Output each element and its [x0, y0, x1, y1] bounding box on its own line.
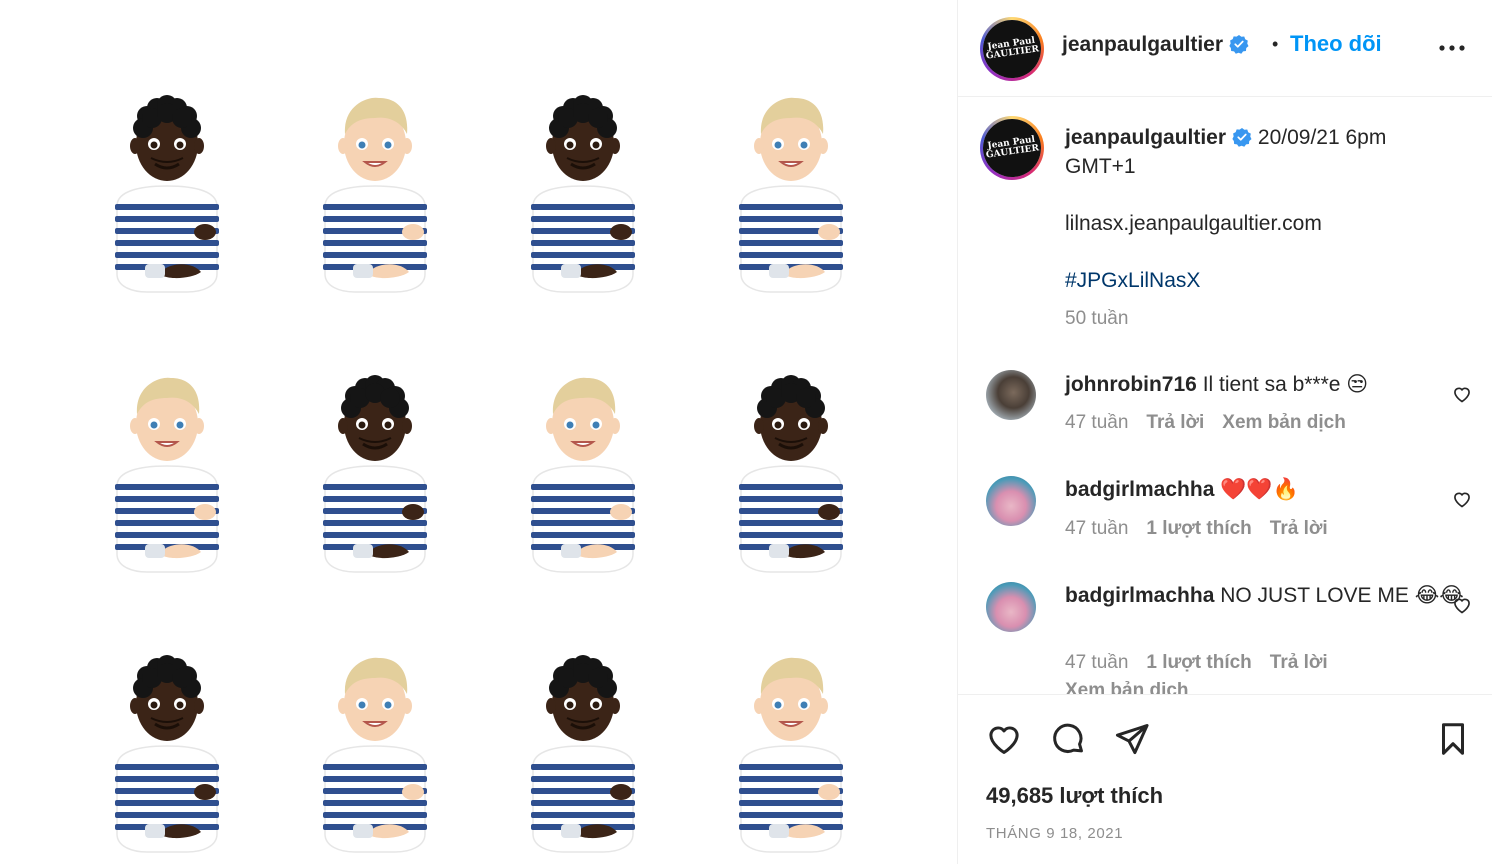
comment-likes[interactable]: 1 lượt thích — [1146, 518, 1251, 539]
striped-shirt-person-emoji-light — [315, 88, 435, 298]
comment-text: NO JUST LOVE ME 😂😂 — [1220, 584, 1464, 607]
striped-shirt-person-emoji-light — [315, 648, 435, 858]
comment-meta-overflow: Xem bản dịch — [1065, 680, 1207, 694]
commenter-avatar[interactable] — [986, 476, 1036, 526]
comment-username[interactable]: badgirlmachha — [1065, 584, 1214, 607]
striped-shirt-person-emoji-dark — [523, 648, 643, 858]
post-date: THÁNG 9 18, 2021 — [986, 825, 1124, 842]
follow-button[interactable]: Theo dõi — [1290, 31, 1382, 57]
commenter-avatar[interactable] — [986, 370, 1036, 420]
author-avatar[interactable]: Jean Paul GAULTIER — [979, 16, 1045, 82]
striped-shirt-person-emoji-dark — [107, 88, 227, 298]
post-actions: 49,685 lượt thích THÁNG 9 18, 2021 — [958, 694, 1492, 864]
brand-logo: Jean Paul GAULTIER — [979, 115, 1045, 181]
comment-meta: 47 tuần Trả lời Xem bản dịch — [1065, 412, 1346, 433]
comment-text: Il tient sa b***e 😒 — [1202, 373, 1369, 396]
author-username[interactable]: jeanpaulgaultier — [1062, 33, 1223, 56]
post-media[interactable] — [0, 0, 957, 864]
comment-username[interactable]: badgirlmachha — [1065, 478, 1214, 501]
caption-hashtag[interactable]: #JPGxLilNasX — [1065, 266, 1485, 295]
striped-shirt-person-emoji-light — [523, 368, 643, 578]
comment-username[interactable]: johnrobin716 — [1065, 373, 1197, 396]
caption-line-1: 20/09/21 6pm — [1257, 126, 1387, 149]
comment-meta: 47 tuần 1 lượt thích Trả lời — [1065, 652, 1328, 673]
like-heart-icon[interactable] — [985, 720, 1023, 758]
striped-shirt-person-emoji-dark — [523, 88, 643, 298]
striped-shirt-person-emoji-dark — [731, 368, 851, 578]
like-comment-heart-icon[interactable] — [1452, 595, 1472, 615]
reply-button[interactable]: Trả lời — [1270, 518, 1328, 539]
comment-item: johnrobin716 Il tient sa b***e 😒 — [1065, 370, 1485, 399]
verified-badge-icon — [1232, 128, 1252, 147]
verified-badge-icon — [1229, 35, 1249, 54]
caption-age: 50 tuần — [1065, 308, 1129, 329]
striped-shirt-person-emoji-light — [107, 368, 227, 578]
more-options-icon[interactable] — [1438, 34, 1466, 62]
post-panel: Jean Paul GAULTIER jeanpaulgaultier • The… — [957, 0, 1492, 864]
comment-meta: 47 tuần 1 lượt thích Trả lời — [1065, 518, 1328, 539]
comment-bubble-icon[interactable] — [1049, 720, 1087, 758]
caption-text: jeanpaulgaultier 20/09/21 6pm GMT+1 — [1065, 123, 1485, 181]
caption-line-2: GMT+1 — [1065, 155, 1136, 178]
translate-button[interactable]: Xem bản dịch — [1065, 680, 1189, 694]
caption-avatar[interactable]: Jean Paul GAULTIER — [979, 115, 1045, 181]
striped-shirt-person-emoji-light — [731, 648, 851, 858]
reply-button[interactable]: Trả lời — [1146, 412, 1204, 433]
caption-username[interactable]: jeanpaulgaultier — [1065, 126, 1226, 149]
comment-text: ❤️❤️🔥 — [1220, 478, 1299, 501]
caption-link[interactable]: lilnasx.jeanpaulgaultier.com — [1065, 209, 1485, 238]
post-header: Jean Paul GAULTIER jeanpaulgaultier • The… — [958, 0, 1492, 97]
like-comment-heart-icon[interactable] — [1452, 489, 1472, 509]
comment-likes[interactable]: 1 lượt thích — [1146, 652, 1251, 673]
bookmark-save-icon[interactable] — [1434, 720, 1472, 758]
like-count[interactable]: 49,685 lượt thích — [986, 783, 1163, 809]
striped-shirt-person-emoji-light — [731, 88, 851, 298]
share-send-icon[interactable] — [1113, 720, 1151, 758]
commenter-avatar[interactable] — [986, 582, 1036, 632]
comments-area[interactable]: Jean Paul GAULTIER jeanpaulgaultier 20/09… — [958, 98, 1492, 694]
comment-item: badgirlmachha ❤️❤️🔥 — [1065, 475, 1485, 504]
separator-dot: • — [1272, 34, 1279, 54]
translate-button[interactable]: Xem bản dịch — [1222, 412, 1346, 433]
striped-shirt-person-emoji-dark — [315, 368, 435, 578]
striped-shirt-person-emoji-dark — [107, 648, 227, 858]
like-comment-heart-icon[interactable] — [1452, 384, 1472, 404]
comment-item: badgirlmachha NO JUST LOVE ME 😂😂 — [1065, 581, 1485, 610]
brand-logo: Jean Paul GAULTIER — [979, 16, 1045, 82]
reply-button[interactable]: Trả lời — [1270, 652, 1328, 673]
